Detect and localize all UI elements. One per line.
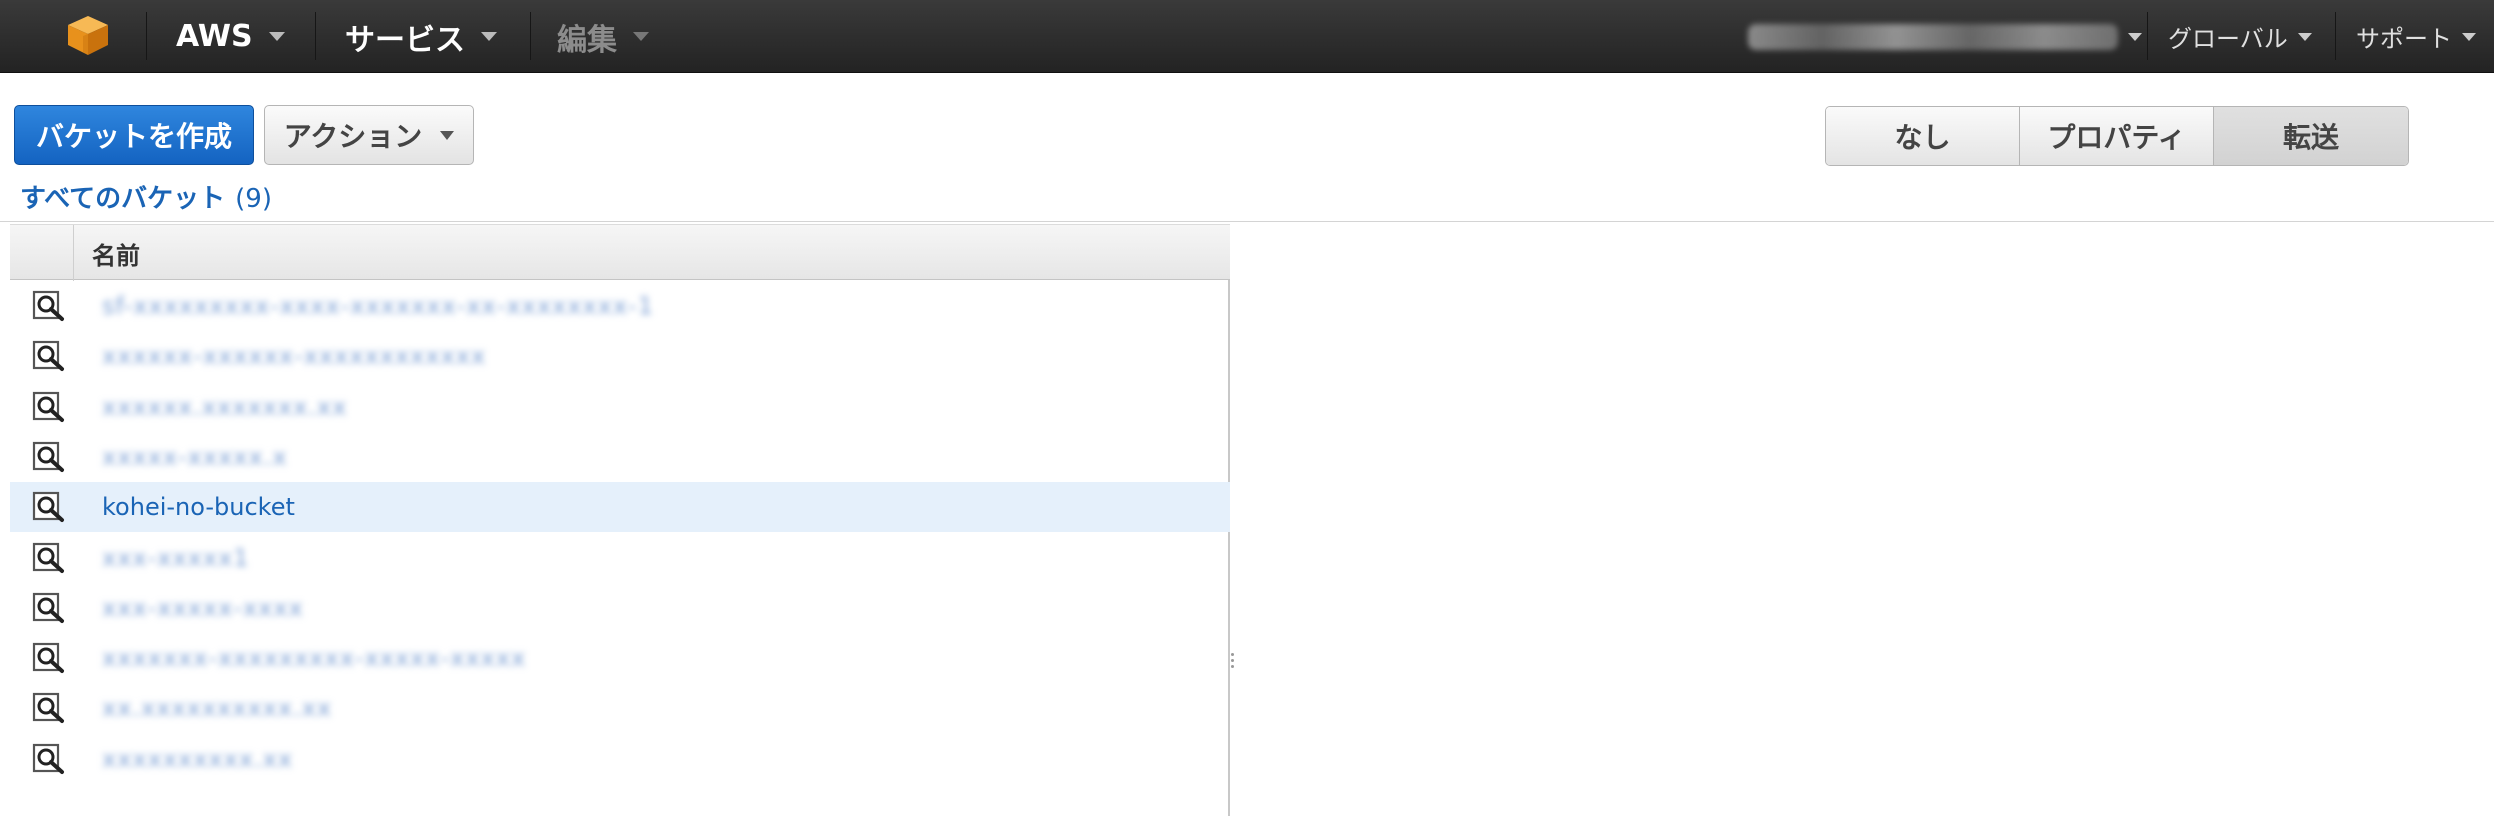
top-navigation-bar: AWS サービス 編集 グローバル サポート	[0, 0, 2494, 73]
nav-divider	[530, 12, 531, 60]
table-row[interactable]: sf-xxxxxxxxx-xxxx-xxxxxxx-xx-xxxxxxxx-1	[10, 281, 1230, 331]
nav-aws-menu[interactable]: AWS	[176, 0, 285, 73]
bucket-magnifier-icon[interactable]	[32, 642, 68, 674]
chevron-down-icon	[440, 130, 455, 140]
bucket-magnifier-icon[interactable]	[32, 340, 68, 372]
bucket-name-link[interactable]: xxx-xxxxx-xxxx	[102, 594, 304, 622]
bucket-magnifier-icon[interactable]	[32, 692, 68, 724]
table-row[interactable]: xxxxxxxxxx.xx	[10, 734, 1230, 784]
bucket-name-link[interactable]: xxx-xxxxx1	[102, 544, 250, 572]
nav-divider	[2147, 12, 2148, 60]
bucket-count: (9)	[235, 184, 272, 214]
all-buckets-breadcrumb[interactable]: すべてのバケット (9)	[20, 178, 272, 215]
bucket-magnifier-icon[interactable]	[32, 542, 68, 574]
bucket-name-link[interactable]: kohei-no-bucket	[102, 493, 295, 521]
chevron-down-icon	[2297, 32, 2312, 41]
bucket-name-link[interactable]: xxxxxxx-xxxxxxxxx-xxxxx-xxxxx	[102, 644, 526, 672]
chevron-down-icon	[2462, 32, 2476, 41]
bucket-name-link[interactable]: xxxxxxxxxx.xx	[102, 745, 293, 773]
table-row[interactable]: xxx-xxxxx-xxxx	[10, 583, 1230, 633]
table-row[interactable]: xx.xxxxxxxxxx.xx	[10, 683, 1230, 733]
view-properties-button[interactable]: プロパティ	[2020, 107, 2214, 165]
create-bucket-button[interactable]: バケットを作成	[14, 105, 254, 165]
divider	[0, 221, 2494, 222]
region-menu[interactable]: グローバル	[2168, 0, 2312, 73]
table-row[interactable]: xxx-xxxxx1	[10, 533, 1230, 583]
nav-aws-label: AWS	[176, 19, 253, 54]
pane-resize-handle[interactable]	[1229, 650, 1235, 680]
icon-column-header	[10, 225, 74, 281]
bucket-name-link[interactable]: xxxxx-xxxxx.x	[102, 443, 288, 471]
nav-services-label: サービス	[345, 22, 465, 58]
view-none-label: なし	[1894, 121, 1951, 154]
nav-divider	[2335, 12, 2336, 60]
bucket-magnifier-icon[interactable]	[32, 391, 68, 423]
aws-cube-icon[interactable]	[66, 14, 110, 56]
bucket-name-link[interactable]: xxxxxx.xxxxxxx.xx	[102, 393, 347, 421]
all-buckets-label: すべてのバケット	[20, 184, 226, 214]
support-label: サポート	[2356, 25, 2452, 53]
bucket-name-link[interactable]: xx.xxxxxxxxxx.xx	[102, 694, 332, 722]
region-label: グローバル	[2168, 25, 2288, 53]
table-row[interactable]: xxxxxx-xxxxxx-xxxxxxxxxxxx	[10, 331, 1230, 381]
nav-edit-menu[interactable]: 編集	[557, 0, 649, 73]
bucket-name-link[interactable]: sf-xxxxxxxxx-xxxx-xxxxxxx-xx-xxxxxxxx-1	[102, 292, 654, 320]
table-row[interactable]: xxxxxxx-xxxxxxxxx-xxxxx-xxxxx	[10, 633, 1230, 683]
name-column-label: 名前	[92, 241, 140, 270]
chevron-down-icon	[268, 32, 285, 41]
nav-services-menu[interactable]: サービス	[345, 0, 497, 73]
table-header: 名前	[10, 224, 1230, 281]
table-row[interactable]: xxxxxx.xxxxxxx.xx	[10, 382, 1230, 432]
create-bucket-label: バケットを作成	[35, 120, 232, 153]
bucket-magnifier-icon[interactable]	[32, 290, 68, 322]
bucket-magnifier-icon[interactable]	[32, 441, 68, 473]
actions-dropdown[interactable]: アクション	[264, 105, 474, 165]
name-column-header[interactable]: 名前	[92, 225, 140, 281]
view-none-button[interactable]: なし	[1826, 107, 2020, 165]
bucket-magnifier-icon[interactable]	[32, 743, 68, 775]
nav-divider	[146, 12, 147, 60]
view-mode-toggle: なし プロパティ 転送	[1825, 106, 2409, 166]
bucket-magnifier-icon[interactable]	[32, 491, 68, 523]
view-properties-label: プロパティ	[2047, 121, 2186, 154]
view-transfers-button[interactable]: 転送	[2214, 107, 2408, 165]
chevron-down-icon	[2128, 32, 2142, 41]
bucket-magnifier-icon[interactable]	[32, 592, 68, 624]
chevron-down-icon	[633, 32, 649, 41]
bucket-name-link[interactable]: xxxxxx-xxxxxx-xxxxxxxxxxxx	[102, 342, 486, 370]
bucket-table: 名前 sf-xxxxxxxxx-xxxx-xxxxxxx-xx-xxxxxxxx…	[10, 224, 1230, 816]
support-menu[interactable]: サポート	[2356, 0, 2476, 73]
account-menu[interactable]	[1748, 0, 2142, 73]
actions-label: アクション	[283, 120, 423, 153]
table-row[interactable]: xxxxx-xxxxx.x	[10, 432, 1230, 482]
chevron-down-icon	[481, 32, 497, 41]
table-row[interactable]: kohei-no-bucket	[10, 482, 1230, 533]
view-transfers-label: 転送	[2282, 121, 2339, 154]
nav-edit-label: 編集	[557, 22, 617, 58]
account-name-redacted	[1748, 23, 2118, 50]
nav-divider	[315, 12, 316, 60]
